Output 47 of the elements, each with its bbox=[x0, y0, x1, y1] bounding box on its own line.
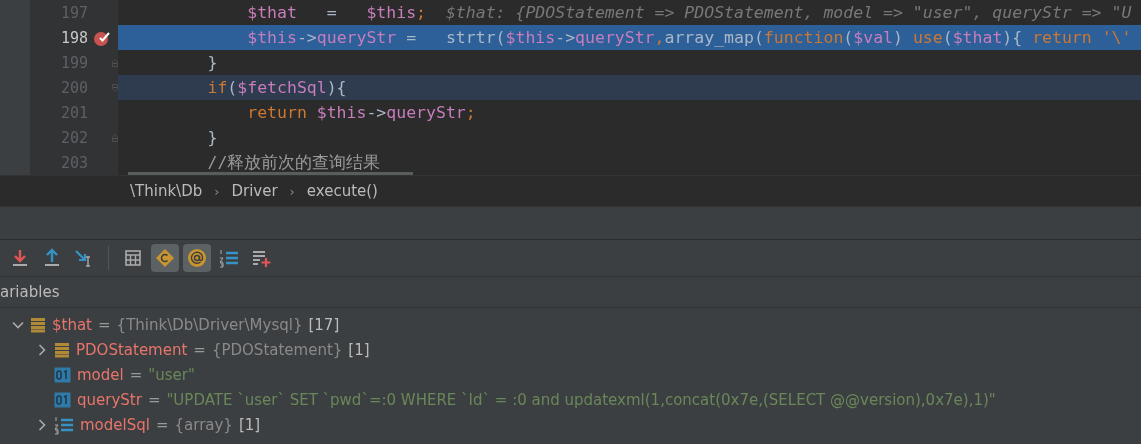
primitive-value-icon bbox=[54, 366, 71, 383]
variable-value: "UPDATE `user` SET `pwd`=:0 WHERE `Id` = :0 and updatexml(1,concat(0x7e,(SELECT @@version),0x7e),1)" bbox=[166, 390, 996, 409]
item-count: [17] bbox=[308, 315, 340, 334]
at-button[interactable] bbox=[183, 244, 211, 272]
breadcrumb[interactable]: \Think\Db bbox=[130, 182, 203, 200]
code-line: return $this->queryStr; bbox=[246, 103, 476, 122]
equals-sign: = bbox=[129, 365, 143, 384]
list-add-icon bbox=[251, 248, 271, 268]
code-line: } bbox=[206, 128, 218, 147]
numbered-list-icon bbox=[219, 248, 239, 268]
variable-value: "user" bbox=[148, 365, 195, 384]
calculator-icon bbox=[124, 249, 142, 267]
variable-name: $that bbox=[52, 315, 92, 334]
object-icon bbox=[30, 316, 46, 333]
code-line: $this->queryStr = strtr($this->queryStr,array_map(function($val) use($that){ return '\' bbox=[246, 28, 1132, 47]
equals-sign: = bbox=[147, 390, 161, 409]
variable-type: {array} bbox=[174, 415, 233, 434]
panel-title: ariables bbox=[0, 283, 60, 301]
variable-name: modelSql bbox=[80, 415, 150, 434]
object-icon bbox=[54, 341, 70, 358]
variable-name: queryStr bbox=[77, 390, 142, 409]
constants-button[interactable] bbox=[151, 244, 179, 272]
step-into-icon bbox=[10, 248, 30, 268]
variable-name: PDOStatement bbox=[76, 340, 188, 359]
equals-sign: = bbox=[155, 415, 169, 434]
code-comment: //释放前次的查询结果 bbox=[206, 153, 381, 172]
item-count: [1] bbox=[238, 415, 261, 434]
at-sign-icon bbox=[187, 248, 207, 268]
variable-type: {PDOStatement} bbox=[211, 340, 343, 359]
code-line: if($fetchSql){ bbox=[206, 78, 347, 97]
variable-name: model bbox=[77, 365, 124, 384]
constant-diamond-icon bbox=[155, 248, 175, 268]
horizontal-scrollbar[interactable] bbox=[128, 172, 413, 175]
breadcrumb[interactable]: Driver bbox=[231, 182, 278, 200]
primitive-value-icon bbox=[54, 391, 71, 408]
breadcrumb[interactable]: execute() bbox=[306, 182, 378, 200]
breadcrumb-separator: › bbox=[289, 183, 295, 199]
code-line: $that = $this; $that: {PDOStatement => PDOStatement, model => "user", queryStr => "U bbox=[246, 3, 1132, 22]
array-icon bbox=[54, 414, 74, 435]
code-line: } bbox=[206, 53, 218, 72]
equals-sign: = bbox=[98, 315, 111, 334]
variable-type: {Think\Db\Driver\Mysql} bbox=[116, 315, 303, 334]
step-out-icon bbox=[42, 248, 62, 268]
breadcrumb-separator: › bbox=[214, 183, 220, 199]
item-count: [1] bbox=[348, 340, 370, 359]
equals-sign: = bbox=[193, 340, 206, 359]
line-number: 198 bbox=[59, 28, 88, 47]
